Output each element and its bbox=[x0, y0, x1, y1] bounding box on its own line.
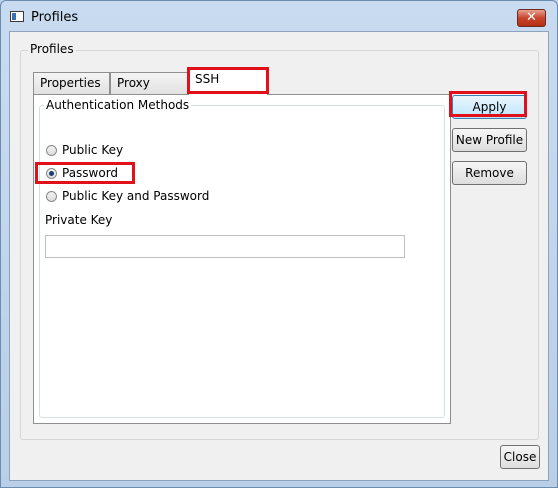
close-icon: ✕ bbox=[526, 10, 537, 25]
private-key-label: Private Key bbox=[45, 213, 113, 227]
radio-button-icon[interactable] bbox=[46, 191, 57, 202]
profiles-window: Profiles ✕ Profiles Properties Proxy SSH… bbox=[0, 0, 558, 488]
new-profile-button[interactable]: New Profile bbox=[452, 128, 527, 152]
window-close-button[interactable]: ✕ bbox=[517, 9, 546, 27]
title-bar[interactable]: Profiles ✕ bbox=[1, 1, 557, 31]
window-app-icon bbox=[10, 11, 24, 22]
authentication-methods-label: Authentication Methods bbox=[44, 98, 192, 112]
private-key-input[interactable] bbox=[45, 235, 405, 258]
close-button[interactable]: Close bbox=[500, 445, 540, 469]
radio-label-public-key: Public Key bbox=[62, 143, 124, 157]
radio-button-icon[interactable] bbox=[46, 145, 57, 156]
profiles-group-label: Profiles bbox=[28, 42, 76, 56]
ssh-tab-panel: Authentication Methods Public Key Passwo… bbox=[33, 94, 451, 424]
window-title: Profiles bbox=[31, 10, 79, 25]
tab-proxy[interactable]: Proxy bbox=[110, 72, 188, 94]
highlight-box-password bbox=[35, 162, 135, 184]
radio-label-public-key-and-password: Public Key and Password bbox=[62, 189, 210, 203]
highlight-box-apply bbox=[449, 91, 527, 117]
highlight-box-ssh-tab bbox=[187, 67, 269, 94]
tab-properties[interactable]: Properties bbox=[33, 72, 110, 94]
remove-button[interactable]: Remove bbox=[452, 161, 527, 185]
